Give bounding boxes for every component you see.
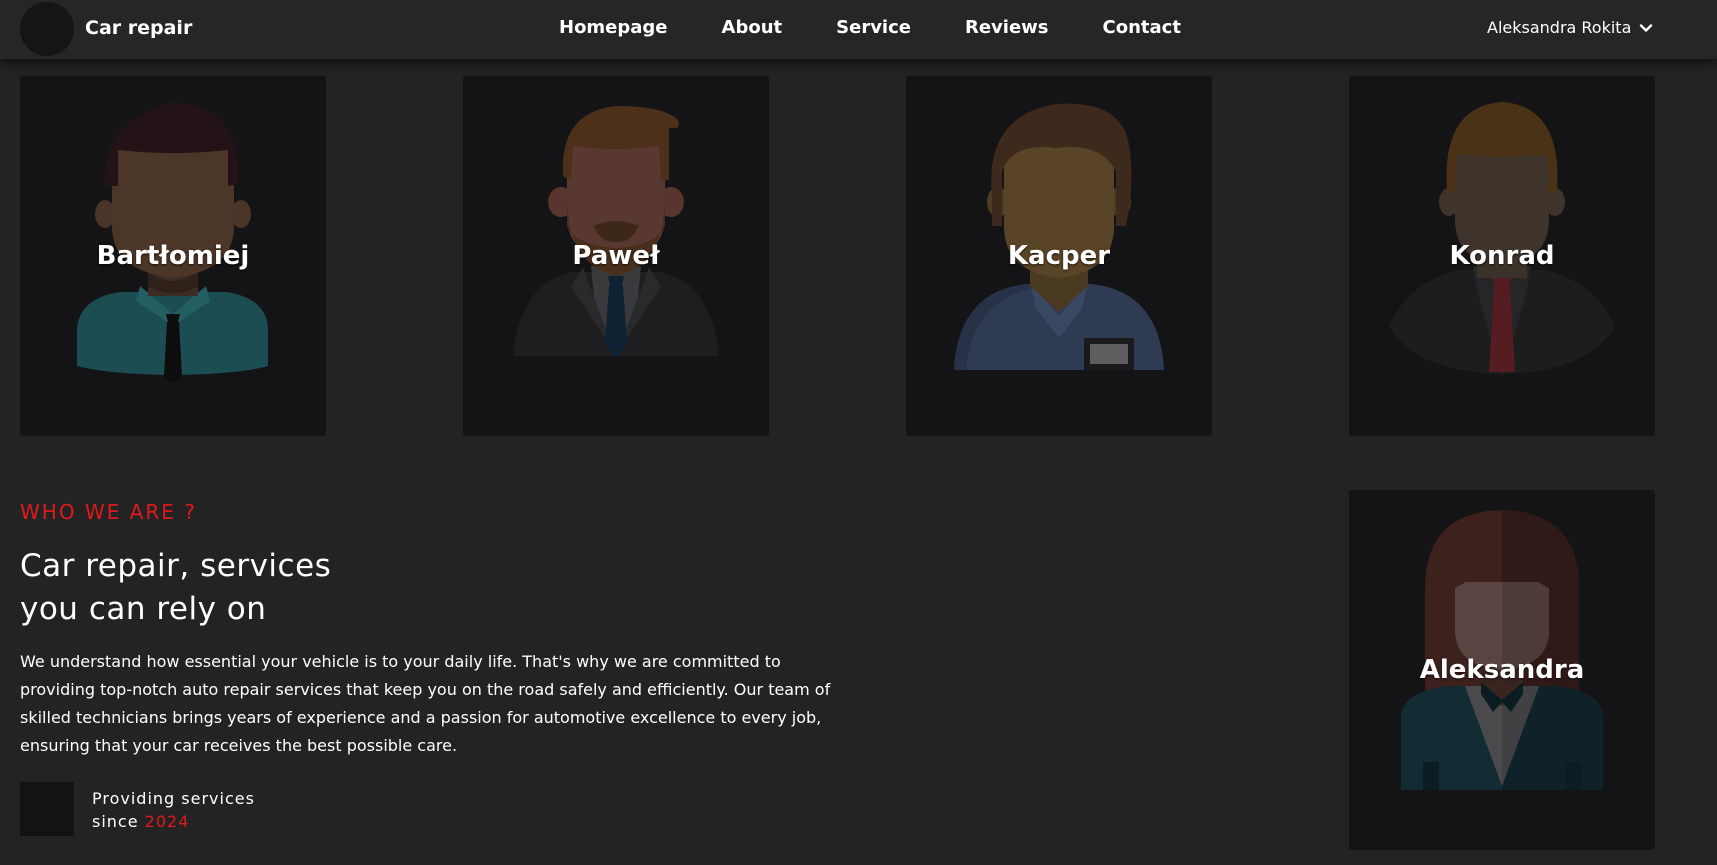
nav-link-about[interactable]: About [722,17,783,38]
section-eyebrow: WHO WE ARE ? [20,500,197,524]
team-card[interactable]: Kacper [906,76,1212,436]
user-menu[interactable]: Aleksandra Rokita [1487,18,1653,37]
team-member-name: Kacper [1007,241,1111,271]
about-description: We understand how essential your vehicle… [20,652,831,755]
since-label-line-2: since 2024 [92,810,255,833]
logo-icon[interactable] [20,2,74,56]
team-card[interactable]: Paweł [463,76,769,436]
since-word: since [92,812,139,831]
headline-line-1: Car repair, services [20,548,332,584]
since-label: Providing services since 2024 [92,787,255,833]
team-member-name: Konrad [1449,241,1555,271]
since-year: 2024 [144,812,190,831]
since-icon [20,782,74,836]
nav-links: Homepage About Service Reviews Contact [540,17,1181,38]
headline-line-2: you can rely on [20,591,267,627]
user-name: Aleksandra Rokita [1487,18,1632,37]
team-member-name: Aleksandra [1419,655,1585,685]
nav-link-service[interactable]: Service [836,17,911,38]
nav-link-reviews[interactable]: Reviews [965,17,1049,38]
top-navbar: Car repair Homepage About Service Review… [0,0,1717,59]
team-member-name: Paweł [572,241,660,271]
section-headline: Car repair, services you can rely on [20,545,540,631]
chevron-down-icon [1640,23,1653,32]
team-card[interactable]: Konrad [1349,76,1655,436]
nav-link-contact[interactable]: Contact [1103,17,1181,38]
since-label-line-1: Providing services [92,789,255,808]
brand-name[interactable]: Car repair [85,17,192,39]
team-member-name: Bartłomiej [96,241,250,271]
team-card[interactable]: Bartłomiej [20,76,326,436]
nav-link-homepage[interactable]: Homepage [559,17,668,38]
team-card[interactable]: Aleksandra [1349,490,1655,850]
